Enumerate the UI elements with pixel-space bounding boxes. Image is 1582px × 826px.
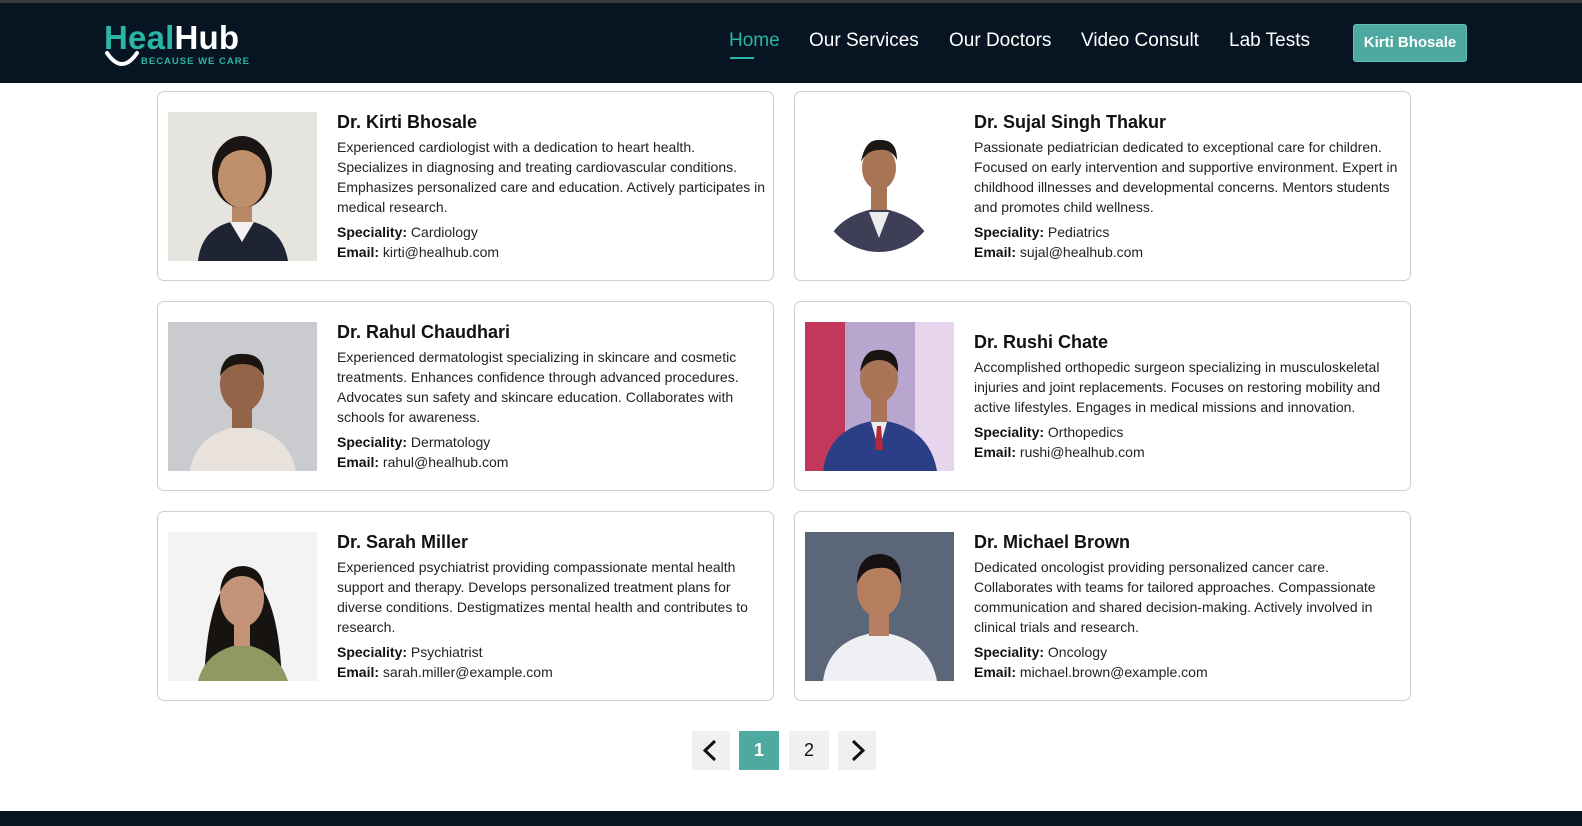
user-profile-button[interactable]: Kirti Bhosale [1353,24,1467,62]
doctor-email: Email: sarah.miller@example.com [337,664,553,680]
pagination-page-1[interactable]: 1 [739,731,779,770]
doctor-speciality: Speciality: Dermatology [337,434,491,450]
nav-video-consult[interactable]: Video Consult [1081,30,1199,52]
nav-our-doctors[interactable]: Our Doctors [949,30,1051,52]
chevron-right-icon [851,739,866,762]
doctor-email: Email: rushi@healhub.com [974,444,1145,460]
navbar: HealHub BECAUSE WE CARE Home Our Service… [0,3,1582,83]
smile-icon [105,51,139,66]
nav-home[interactable]: Home [729,30,780,59]
active-nav-indicator [730,57,754,59]
doctor-card[interactable]: Dr. Rushi Chate Accomplished orthopedic … [794,301,1411,491]
brand-logo[interactable]: HealHub BECAUSE WE CARE [104,19,264,75]
doctor-photo [168,112,317,261]
doctor-card[interactable]: Dr. Sarah Miller Experienced psychiatris… [157,511,774,701]
doctor-bio: Accomplished orthopedic surgeon speciali… [974,359,1381,415]
doctor-email: Email: rahul@healhub.com [337,454,509,470]
doctor-name: Dr. Sarah Miller [337,532,469,552]
doctor-card[interactable]: Dr. Michael Brown Dedicated oncologist p… [794,511,1411,701]
doctor-card[interactable]: Dr. Rahul Chaudhari Experienced dermatol… [157,301,774,491]
doctor-photo [805,112,954,261]
doctor-photo [805,532,954,681]
doctor-speciality: Speciality: Psychiatrist [337,644,483,660]
doctor-email: Email: michael.brown@example.com [974,664,1208,680]
doctor-bio: Experienced dermatologist specializing i… [337,349,739,425]
pagination-page-2[interactable]: 2 [789,731,829,770]
logo-tagline: BECAUSE WE CARE [141,56,250,67]
doctor-bio: Experienced psychiatrist providing compa… [337,559,748,635]
pagination-prev-button[interactable] [692,731,730,770]
doctor-speciality: Speciality: Oncology [974,644,1108,660]
doctor-speciality: Speciality: Pediatrics [974,224,1110,240]
doctor-bio: Dedicated oncologist providing personali… [974,559,1376,635]
doctor-card[interactable]: Dr. Kirti Bhosale Experienced cardiologi… [157,91,774,281]
doctor-name: Dr. Rushi Chate [974,332,1109,352]
nav-lab-tests[interactable]: Lab Tests [1229,30,1310,52]
doctor-name: Dr. Rahul Chaudhari [337,322,511,342]
doctor-photo [805,322,954,471]
pagination-next-button[interactable] [838,731,876,770]
doctor-card[interactable]: Dr. Sujal Singh Thakur Passionate pediat… [794,91,1411,281]
doctor-photo [168,532,317,681]
doctor-photo [168,322,317,471]
doctor-speciality: Speciality: Cardiology [337,224,478,240]
nav-our-services[interactable]: Our Services [809,30,919,52]
doctor-speciality: Speciality: Orthopedics [974,424,1124,440]
chevron-left-icon [702,739,717,762]
doctor-email: Email: kirti@healhub.com [337,244,500,260]
footer [0,811,1582,826]
doctor-bio: Passionate pediatrician dedicated to exc… [974,139,1398,215]
doctor-email: Email: sujal@healhub.com [974,244,1144,260]
doctor-bio: Experienced cardiologist with a dedicati… [337,139,766,215]
doctor-name: Dr. Kirti Bhosale [337,112,478,132]
doctor-name: Dr. Sujal Singh Thakur [974,112,1167,132]
doctor-name: Dr. Michael Brown [974,532,1131,552]
